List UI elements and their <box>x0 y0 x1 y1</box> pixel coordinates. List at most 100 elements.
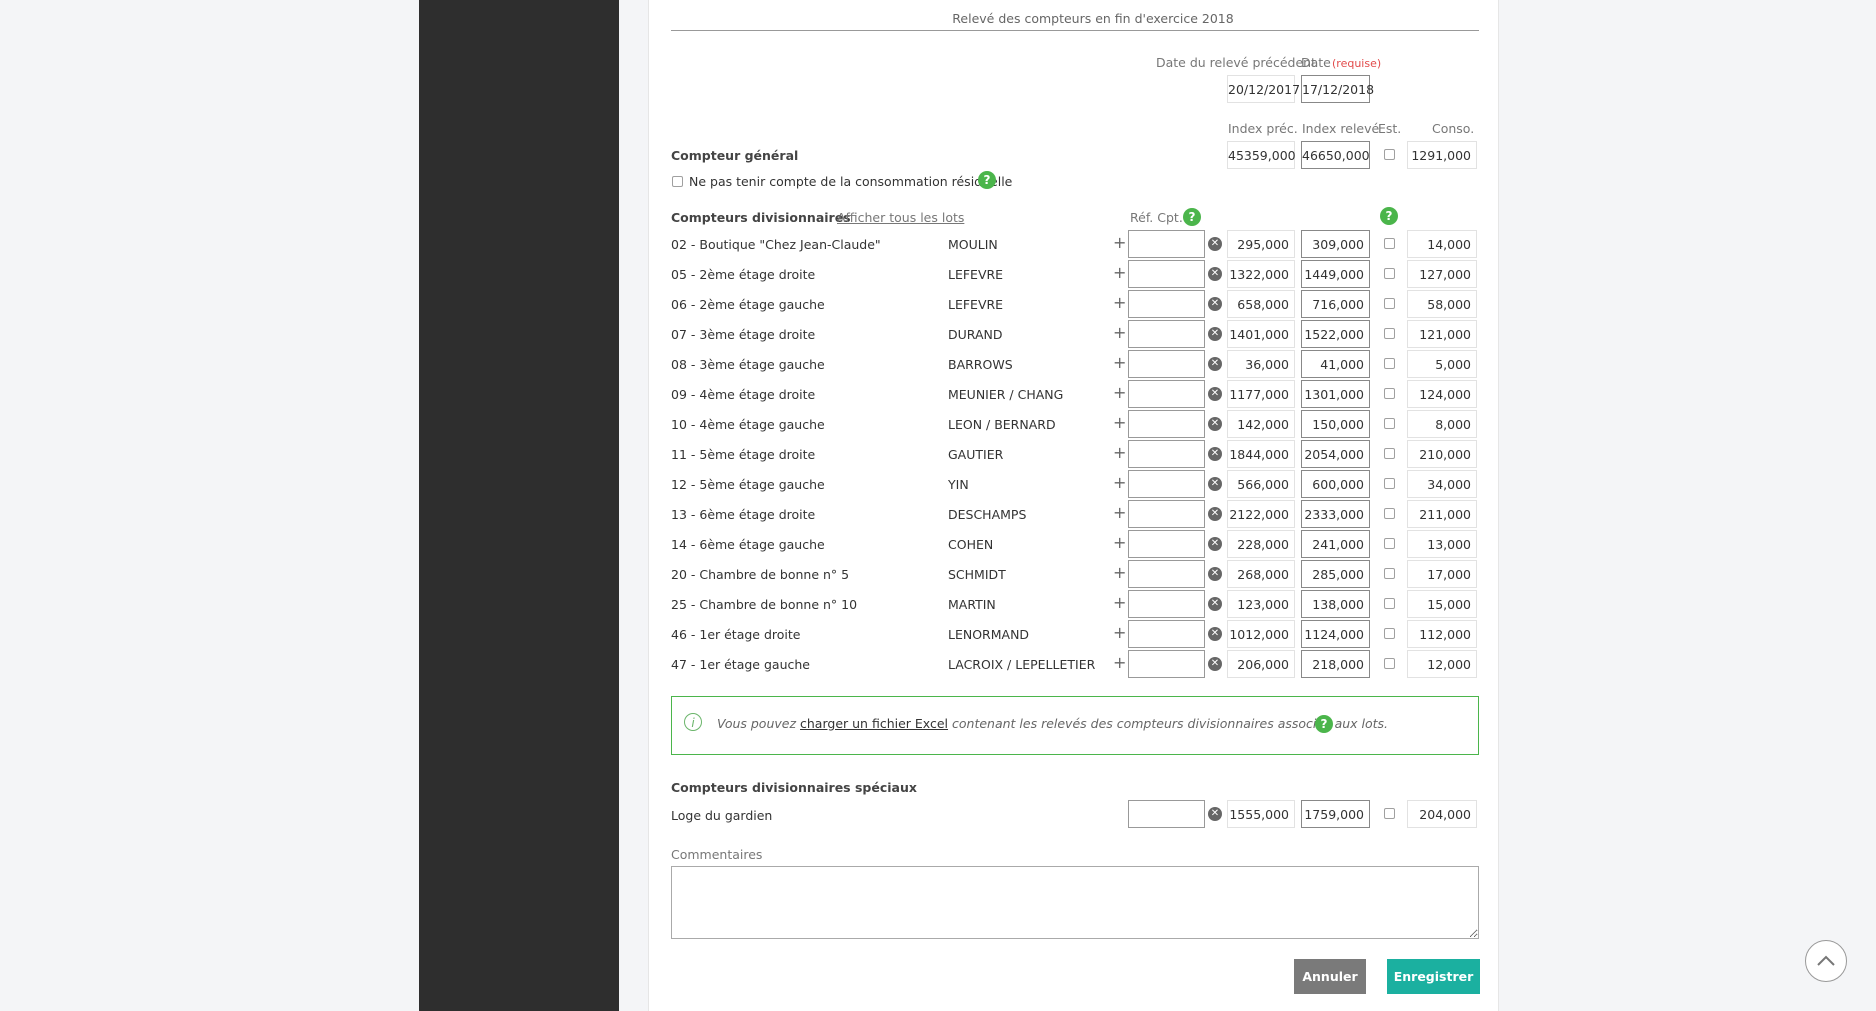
ref-input[interactable] <box>1128 530 1205 558</box>
comments-textarea[interactable] <box>671 866 1479 939</box>
clear-icon[interactable]: ✕ <box>1208 237 1222 251</box>
add-meter-button[interactable]: + <box>1113 293 1126 312</box>
add-meter-button[interactable]: + <box>1113 443 1126 462</box>
general-read-input[interactable]: 46650,000 <box>1301 141 1370 169</box>
clear-icon[interactable]: ✕ <box>1208 507 1222 521</box>
clear-icon[interactable]: ✕ <box>1208 657 1222 671</box>
read-index-input[interactable]: 218,000 <box>1301 650 1370 678</box>
add-meter-button[interactable]: + <box>1113 623 1126 642</box>
est-checkbox[interactable] <box>1384 388 1395 399</box>
read-index-input[interactable]: 2333,000 <box>1301 500 1370 528</box>
read-index-input[interactable]: 716,000 <box>1301 290 1370 318</box>
est-checkbox[interactable] <box>1384 358 1395 369</box>
est-checkbox[interactable] <box>1384 628 1395 639</box>
ref-input[interactable] <box>1128 230 1205 258</box>
special-ref-input[interactable] <box>1128 800 1205 828</box>
residual-help-icon[interactable]: ? <box>978 171 996 189</box>
clear-icon[interactable]: ✕ <box>1208 627 1222 641</box>
ref-input[interactable] <box>1128 320 1205 348</box>
ref-input[interactable] <box>1128 620 1205 648</box>
read-index-input[interactable]: 241,000 <box>1301 530 1370 558</box>
residual-checkbox[interactable] <box>672 176 683 187</box>
ref-input[interactable] <box>1128 410 1205 438</box>
ref-input[interactable] <box>1128 380 1205 408</box>
ref-help-icon[interactable]: ? <box>1183 208 1201 226</box>
ref-input[interactable] <box>1128 470 1205 498</box>
ref-input[interactable] <box>1128 290 1205 318</box>
clear-icon[interactable]: ✕ <box>1208 387 1222 401</box>
clear-icon[interactable]: ✕ <box>1208 297 1222 311</box>
clear-icon[interactable]: ✕ <box>1208 357 1222 371</box>
clear-icon[interactable]: ✕ <box>1208 537 1222 551</box>
save-button[interactable]: Enregistrer <box>1387 959 1480 994</box>
est-checkbox[interactable] <box>1384 298 1395 309</box>
est-checkbox[interactable] <box>1384 328 1395 339</box>
add-meter-button[interactable]: + <box>1113 263 1126 282</box>
clear-icon[interactable]: ✕ <box>1208 477 1222 491</box>
show-all-lots-link[interactable]: Afficher tous les lots <box>837 210 964 225</box>
clear-icon[interactable]: ✕ <box>1208 267 1222 281</box>
read-index-input[interactable]: 41,000 <box>1301 350 1370 378</box>
lot-label: 08 - 3ème étage gauche <box>671 357 825 372</box>
add-meter-button[interactable]: + <box>1113 323 1126 342</box>
est-checkbox[interactable] <box>1384 478 1395 489</box>
conso-value: 5,000 <box>1407 350 1477 378</box>
special-read-input[interactable]: 1759,000 <box>1301 800 1370 828</box>
ref-input[interactable] <box>1128 500 1205 528</box>
col-est: Est. <box>1378 121 1402 136</box>
read-index-input[interactable]: 1124,000 <box>1301 620 1370 648</box>
read-index-input[interactable]: 2054,000 <box>1301 440 1370 468</box>
read-index-input[interactable]: 138,000 <box>1301 590 1370 618</box>
est-checkbox[interactable] <box>1384 268 1395 279</box>
add-meter-button[interactable]: + <box>1113 353 1126 372</box>
clear-icon[interactable]: ✕ <box>1208 447 1222 461</box>
scroll-top-button[interactable] <box>1805 940 1847 982</box>
read-index-input[interactable]: 309,000 <box>1301 230 1370 258</box>
read-index-input[interactable]: 285,000 <box>1301 560 1370 588</box>
read-index-input[interactable]: 150,000 <box>1301 410 1370 438</box>
read-index-input[interactable]: 1301,000 <box>1301 380 1370 408</box>
clear-icon[interactable]: ✕ <box>1208 327 1222 341</box>
add-meter-button[interactable]: + <box>1113 593 1126 612</box>
ref-input[interactable] <box>1128 260 1205 288</box>
owner-name: LEFEVRE <box>948 267 1004 282</box>
clear-icon[interactable]: ✕ <box>1208 597 1222 611</box>
clear-icon[interactable]: ✕ <box>1208 417 1222 431</box>
cancel-button[interactable]: Annuler <box>1294 959 1366 994</box>
lot-label: 07 - 3ème étage droite <box>671 327 816 342</box>
est-help-icon[interactable]: ? <box>1380 207 1398 225</box>
est-checkbox[interactable] <box>1384 418 1395 429</box>
est-checkbox[interactable] <box>1384 568 1395 579</box>
excel-upload-link[interactable]: charger un fichier Excel <box>800 716 948 731</box>
ref-input[interactable] <box>1128 560 1205 588</box>
excel-help-icon[interactable]: ? <box>1315 715 1333 733</box>
read-index-input[interactable]: 600,000 <box>1301 470 1370 498</box>
add-meter-button[interactable]: + <box>1113 383 1126 402</box>
add-meter-button[interactable]: + <box>1113 653 1126 672</box>
est-checkbox[interactable] <box>1384 238 1395 249</box>
add-meter-button[interactable]: + <box>1113 563 1126 582</box>
date-input[interactable]: 17/12/2018 <box>1301 75 1374 103</box>
add-meter-button[interactable]: + <box>1113 473 1126 492</box>
est-checkbox[interactable] <box>1384 658 1395 669</box>
add-meter-button[interactable]: + <box>1113 503 1126 522</box>
est-checkbox[interactable] <box>1384 448 1395 459</box>
read-index-input[interactable]: 1522,000 <box>1301 320 1370 348</box>
general-meter-label: Compteur général <box>671 148 799 163</box>
ref-input[interactable] <box>1128 650 1205 678</box>
conso-value: 211,000 <box>1407 500 1477 528</box>
est-checkbox[interactable] <box>1384 538 1395 549</box>
est-checkbox[interactable] <box>1384 598 1395 609</box>
add-meter-button[interactable]: + <box>1113 413 1126 432</box>
general-est-checkbox[interactable] <box>1384 149 1395 160</box>
est-checkbox[interactable] <box>1384 508 1395 519</box>
ref-input[interactable] <box>1128 350 1205 378</box>
add-meter-button[interactable]: + <box>1113 233 1126 252</box>
ref-input[interactable] <box>1128 440 1205 468</box>
ref-input[interactable] <box>1128 590 1205 618</box>
add-meter-button[interactable]: + <box>1113 533 1126 552</box>
special-est-checkbox[interactable] <box>1384 808 1395 819</box>
clear-icon[interactable]: ✕ <box>1208 567 1222 581</box>
special-clear-icon[interactable]: ✕ <box>1208 807 1222 821</box>
read-index-input[interactable]: 1449,000 <box>1301 260 1370 288</box>
